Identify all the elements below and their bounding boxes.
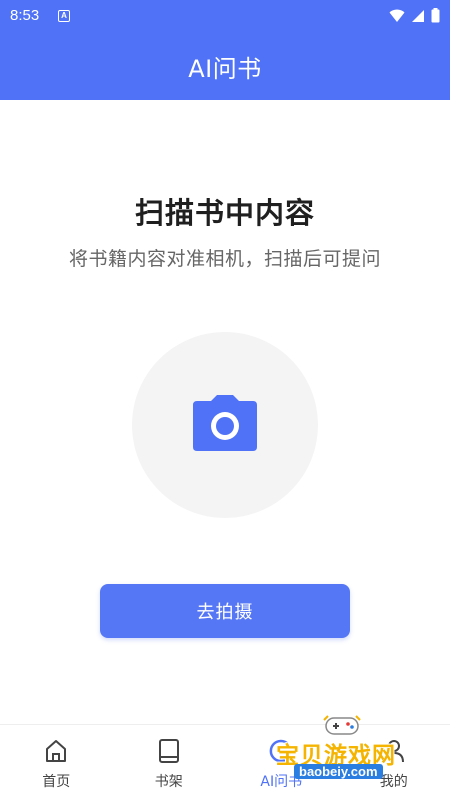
wifi-icon (389, 8, 405, 27)
home-icon (42, 737, 70, 765)
a-letter-icon: A (58, 10, 70, 22)
capture-button-label: 去拍摄 (196, 602, 254, 623)
nav-label-home: 首页 (42, 774, 71, 790)
scan-subtitle: 将书籍内容对准相机，扫描后可提问 (68, 248, 381, 270)
camera-icon (191, 393, 259, 457)
nav-label-bookshelf: 书架 (154, 774, 183, 790)
status-time: 8:53 (10, 7, 40, 24)
app-header: AI问书 (0, 32, 450, 100)
scan-title: 扫描书中内容 (134, 196, 315, 230)
status-icons (389, 8, 440, 27)
capture-button[interactable]: 去拍摄 (100, 584, 350, 638)
nav-item-home[interactable]: 首页 (0, 725, 113, 800)
book-icon (155, 737, 183, 765)
camera-preview-circle[interactable] (132, 332, 318, 518)
watermark-url: baobeiy.com (294, 764, 383, 779)
watermark: 宝贝游戏网 baobeiy.com (272, 712, 422, 782)
nav-item-bookshelf[interactable]: 书架 (113, 725, 226, 800)
page-title: AI问书 (188, 54, 262, 83)
battery-icon (431, 8, 440, 27)
signal-icon (411, 8, 425, 27)
status-bar: 8:53 A (0, 0, 450, 32)
